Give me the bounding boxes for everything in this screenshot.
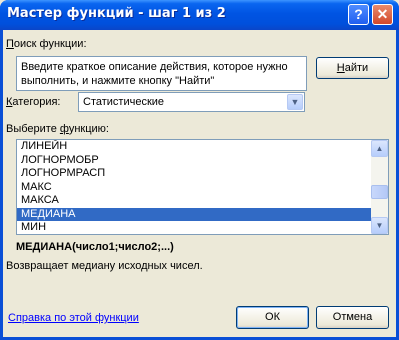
window-title: Мастер функций - шаг 1 из 2 (7, 6, 226, 21)
cancel-button[interactable]: Отмена (316, 306, 389, 329)
function-wizard-window: Мастер функций - шаг 1 из 2 ? ✕ Поиск фу… (0, 0, 399, 340)
search-input[interactable]: Введите краткое описание действия, котор… (16, 56, 307, 91)
list-item[interactable]: МЕДИАНА (17, 207, 371, 221)
dialog-body: Поиск функции: Введите краткое описание … (3, 30, 396, 337)
chevron-down-icon[interactable]: ▼ (287, 94, 303, 110)
function-signature: МЕДИАНА(число1;число2;...) (16, 241, 174, 253)
category-label: Категория: (6, 96, 61, 108)
scroll-up-icon[interactable]: ▲ (371, 140, 388, 157)
function-description: Возвращает медиану исходных чисел. (6, 260, 203, 272)
find-button[interactable]: Найти (316, 57, 389, 79)
help-icon[interactable]: ? (348, 4, 369, 25)
category-value: Статистические (83, 96, 165, 108)
list-item[interactable]: МАКС (17, 181, 371, 195)
list-item[interactable]: МАКСА (17, 194, 371, 208)
title-bar[interactable]: Мастер функций - шаг 1 из 2 ? ✕ (0, 0, 399, 30)
category-select[interactable]: Статистические ▼ (78, 92, 305, 112)
close-icon[interactable]: ✕ (372, 4, 393, 25)
search-label: Поиск функции: (6, 38, 87, 50)
function-list-label: Выберите функцию: (6, 123, 109, 135)
help-link[interactable]: Справка по этой функции (8, 312, 139, 324)
list-item[interactable]: МИН (17, 221, 371, 234)
vertical-scrollbar[interactable]: ▲ ▼ (371, 140, 388, 234)
function-list[interactable]: ЛИНЕЙН ЛОГНОРМОБР ЛОГНОРМРАСП МАКС МАКСА МЕДИ… (16, 139, 389, 235)
scroll-down-icon[interactable]: ▼ (371, 217, 388, 234)
ok-button[interactable]: ОК (236, 306, 309, 329)
list-item[interactable]: ЛОГНОРМОБР (17, 154, 371, 168)
function-list-items: ЛИНЕЙН ЛОГНОРМОБР ЛОГНОРМРАСП МАКС МАКСА МЕДИ… (17, 140, 371, 234)
list-item[interactable]: ЛИНЕЙН (17, 140, 371, 154)
list-item[interactable]: ЛОГНОРМРАСП (17, 167, 371, 181)
scroll-thumb[interactable] (371, 185, 388, 199)
